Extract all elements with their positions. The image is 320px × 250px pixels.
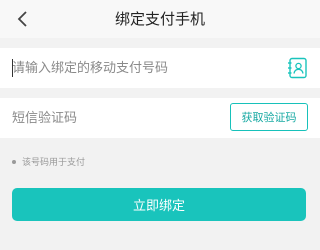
- sms-code-input[interactable]: [12, 98, 212, 138]
- nav-bar: 绑定支付手机: [0, 0, 320, 38]
- get-code-button[interactable]: 获取验证码: [230, 103, 308, 131]
- sms-row: 获取验证码: [0, 98, 320, 138]
- contacts-button[interactable]: [286, 56, 310, 80]
- phone-row: [0, 48, 320, 88]
- bullet-dot-icon: [12, 159, 16, 164]
- text-cursor: [12, 59, 13, 77]
- page-title: 绑定支付手机: [114, 10, 205, 28]
- hint-text: 该号码用于支付: [22, 158, 86, 168]
- contact-book-icon: [288, 57, 307, 79]
- bind-now-button[interactable]: 立即绑定: [12, 188, 306, 221]
- hint-note: 该号码用于支付: [12, 155, 85, 168]
- phone-input[interactable]: [12, 48, 272, 88]
